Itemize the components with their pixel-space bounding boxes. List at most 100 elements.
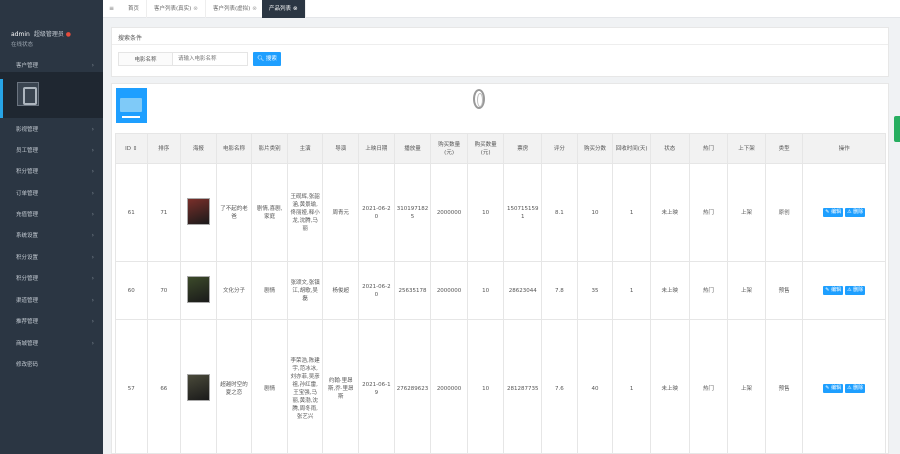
cell-poster: [180, 261, 217, 320]
user-role[interactable]: 在线状态: [11, 40, 101, 48]
cell-score: 7.8: [541, 261, 578, 320]
sidebar-item-points[interactable]: 积分管理 ›: [0, 164, 103, 180]
cell-date: 2021-06-20: [358, 163, 395, 262]
edit-label: 编辑: [831, 287, 842, 293]
delete-button[interactable]: ⚠ 删除: [845, 384, 866, 393]
cell-id: 60: [115, 261, 148, 320]
column-header: 状态: [649, 133, 690, 164]
column-header: 购买分数: [576, 133, 614, 164]
cell-type: 原创: [764, 163, 804, 262]
column-header: 票房: [503, 133, 543, 164]
sidebar-item-label: 客户管理: [16, 63, 39, 69]
sidebar-item-employees[interactable]: 员工管理 ›: [0, 143, 103, 159]
cell-name: 文化分子: [215, 261, 253, 320]
sidebar-item-channels[interactable]: 渠道管理 ›: [0, 293, 103, 309]
sidebar-item-label: 充值管理: [16, 212, 39, 218]
sidebar-item-label: 系统设置: [16, 233, 39, 239]
add-movie-image[interactable]: [116, 88, 147, 123]
chevron-right-icon: ›: [91, 275, 94, 282]
side-float-tab[interactable]: [894, 116, 900, 142]
sidebar-item-movies[interactable]: [0, 72, 103, 118]
search-input[interactable]: [173, 52, 248, 66]
cell-type: 预售: [764, 319, 804, 453]
cell-sort: 70: [146, 261, 182, 320]
chevron-right-icon: ›: [91, 211, 94, 218]
close-icon[interactable]: ⊗: [193, 6, 198, 12]
delete-button[interactable]: ⚠ 删除: [845, 286, 866, 295]
sidebar-item-point-settings[interactable]: 积分设置 ›: [0, 250, 103, 266]
sidebar-item-password[interactable]: 修改密码: [0, 357, 103, 373]
chevron-right-icon: ›: [91, 147, 94, 154]
close-icon[interactable]: ⊗: [293, 6, 298, 12]
cell-actions: ✎ 编辑 ⚠ 删除: [802, 319, 886, 453]
cell-poster: [180, 163, 217, 262]
cell-category: 剧情: [251, 319, 288, 453]
table-row: 57 66 超越时空的夏之恋 剧情 李荣浩,陈建宇,范冰冰,刘亦菲,吴彦祖,孙红…: [115, 319, 886, 453]
tab-label: 客户列表(虚拟): [213, 6, 251, 12]
chevron-right-icon: ›: [91, 254, 94, 261]
delete-label: 删除: [853, 385, 864, 391]
column-header: 上下架: [727, 133, 766, 164]
sidebar-item-recharge[interactable]: 充值管理 ›: [0, 207, 103, 223]
sidebar-item-staff[interactable]: 影视管理 ›: [0, 122, 103, 138]
product-table: ID ⇕ 排序 海报 电影名称 影片类别 主演 导演 上映日期 播放量 购买数量…: [115, 133, 886, 453]
search-button-label: 搜索: [265, 56, 277, 62]
tab-bar: ≡ 首页 客户列表(真实) ⊗ 客户列表(虚拟) ⊗ 产品列表 ⊗: [103, 0, 900, 18]
edit-button[interactable]: ✎ 编辑: [823, 286, 844, 295]
chevron-right-icon: ›: [91, 168, 94, 175]
cell-box-office: 28623044: [503, 261, 543, 320]
cell-shelf: 上架: [727, 163, 766, 262]
cell-id: 61: [115, 163, 148, 262]
cell-score: 7.6: [541, 319, 578, 453]
cell-category: 剧情: [251, 261, 288, 320]
delete-label: 删除: [853, 287, 864, 293]
tab-label: 产品列表: [269, 6, 292, 12]
table-row: 60 70 文化分子 剧情 张颂文,张镇江,胡歌,吴磊 杨俊超 2021-06-…: [115, 261, 886, 320]
delete-label: 删除: [853, 209, 864, 215]
tab-home[interactable]: 首页: [121, 0, 148, 18]
cell-points: 40: [576, 319, 614, 453]
sidebar-item-orders[interactable]: 订单管理 ›: [0, 186, 103, 202]
sidebar-item-referral[interactable]: 推荐管理 ›: [0, 314, 103, 330]
menu-toggle-icon[interactable]: ≡: [109, 0, 114, 18]
sidebar-item-point-mgmt[interactable]: 积分管理 ›: [0, 271, 103, 287]
cell-director: 周青元: [322, 163, 360, 262]
edit-button[interactable]: ✎ 编辑: [823, 208, 844, 217]
column-header: 购买数量(元): [430, 133, 468, 164]
sidebar: admin 超级管理员 ● 在线状态 客户管理 › 影视管理 › 员工管理 › 积分管理…: [0, 0, 103, 454]
loading-spinner-icon: [473, 89, 485, 109]
tab-products[interactable]: 产品列表 ⊗: [262, 0, 306, 18]
column-header: 购买数量(元): [466, 133, 505, 164]
tab-customers-virtual[interactable]: 客户列表(虚拟) ⊗: [206, 0, 265, 18]
close-icon[interactable]: ⊗: [252, 6, 257, 12]
cell-shelf: 上架: [727, 319, 766, 453]
user-info: admin 超级管理员 ● 在线状态: [11, 29, 101, 48]
edit-label: 编辑: [831, 385, 842, 391]
chevron-right-icon: ›: [91, 340, 94, 347]
active-indicator: [0, 79, 3, 118]
column-header: 回收时间(天): [612, 133, 651, 164]
sidebar-item-label: 积分管理: [16, 169, 39, 175]
chevron-right-icon: ›: [91, 232, 94, 239]
sidebar-item-system[interactable]: 系统设置 ›: [0, 228, 103, 244]
cell-cast: 张颂文,张镇江,胡歌,吴磊: [286, 261, 324, 320]
search-button[interactable]: 🔍︎ 搜索: [253, 52, 281, 66]
cell-id: 57: [115, 319, 148, 453]
cell-price: 2000000: [430, 261, 468, 320]
delete-button[interactable]: ⚠ 删除: [845, 208, 866, 217]
movie-logo-icon: [17, 82, 39, 106]
edit-button[interactable]: ✎ 编辑: [823, 384, 844, 393]
sidebar-item-shop[interactable]: 商城管理 ›: [0, 336, 103, 352]
edit-label: 编辑: [831, 209, 842, 215]
chevron-right-icon: ›: [91, 190, 94, 197]
tab-customers-real[interactable]: 客户列表(真实) ⊗: [147, 0, 206, 18]
sidebar-item-label: 推荐管理: [16, 319, 39, 325]
column-header: 播放量: [393, 133, 432, 164]
cell-points: 35: [576, 261, 614, 320]
poster-image: [186, 275, 210, 303]
cell-name: 超越时空的夏之恋: [215, 319, 253, 453]
column-header[interactable]: ID ⇕: [115, 133, 148, 164]
cell-sort: 66: [146, 319, 182, 453]
divider: [112, 44, 888, 45]
user-tag: 超级管理员: [33, 31, 64, 38]
